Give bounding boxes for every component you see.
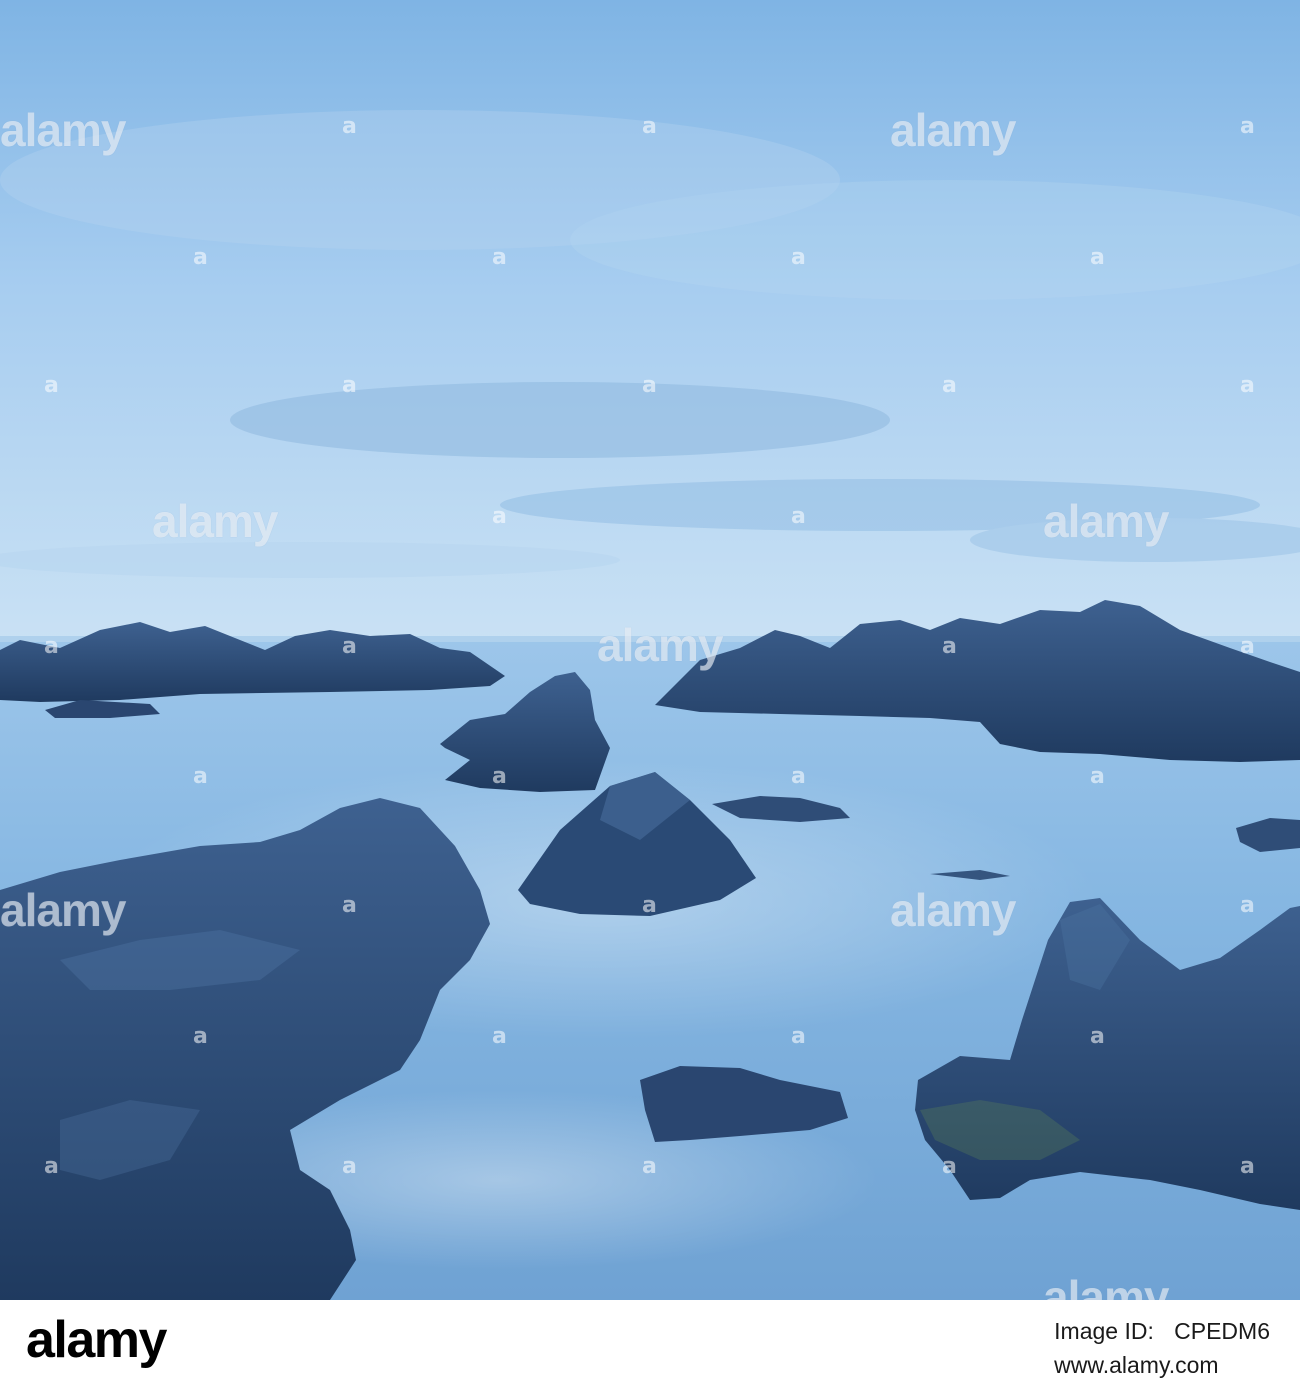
image-id-label: Image ID: — [1054, 1318, 1154, 1344]
site-url: www.alamy.com — [1054, 1352, 1219, 1378]
alamy-logo: alamy — [26, 1311, 167, 1369]
coastal-rocks-scene — [0, 0, 1300, 1300]
image-id-value: CPEDM6 — [1174, 1318, 1270, 1344]
footer-bar: alamy Image ID: CPEDM6 www.alamy.com — [0, 1300, 1300, 1389]
image-meta: Image ID: CPEDM6 www.alamy.com — [1054, 1314, 1270, 1382]
stock-photo: alamy alamy alamy alamy alamy alamy alam… — [0, 0, 1300, 1300]
image-id-row: Image ID: CPEDM6 — [1054, 1314, 1270, 1348]
